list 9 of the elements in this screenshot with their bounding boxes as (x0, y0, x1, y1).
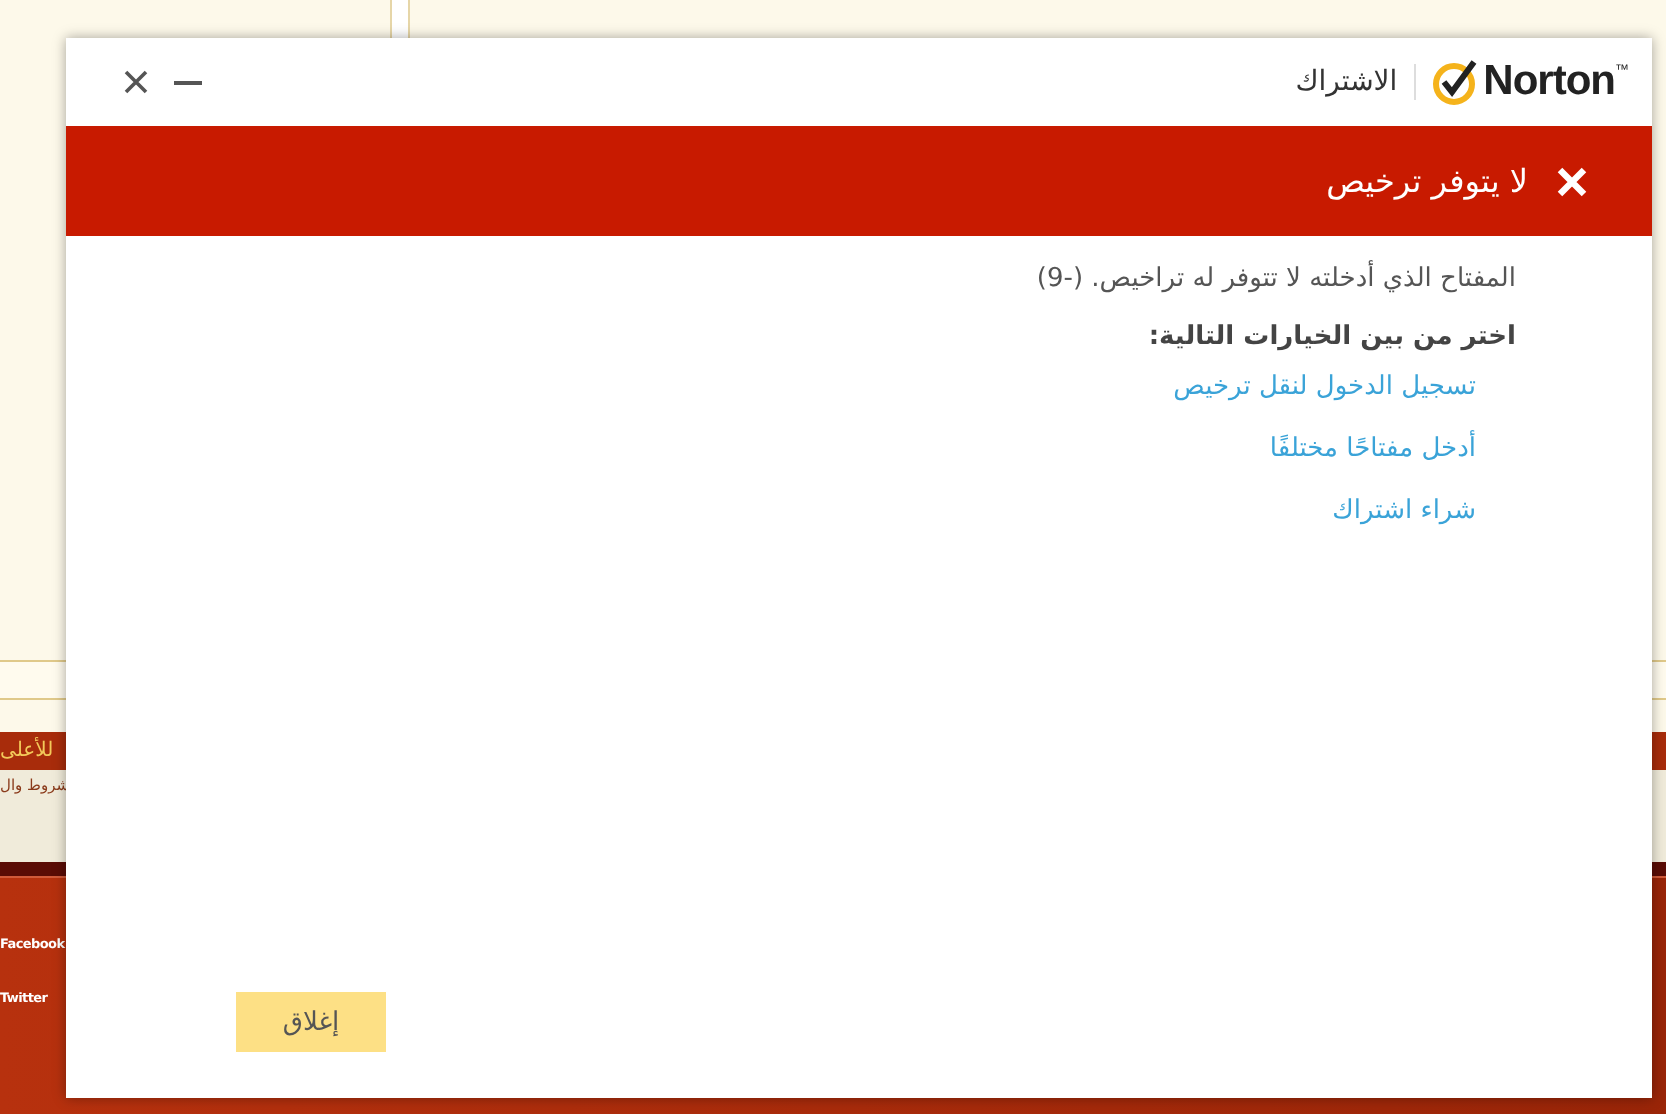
close-button[interactable]: إغلاق (236, 992, 386, 1052)
close-icon[interactable] (122, 68, 150, 96)
checkmark-logo-icon (1431, 58, 1480, 106)
error-message: المفتاح الذي أدخلته لا تتوفر له تراخيص. (-9) (1036, 264, 1516, 294)
banner-title: لا يتوفر ترخيص (1326, 162, 1528, 200)
options-prompt: اختر من بين الخيارات التالية: (1148, 322, 1516, 352)
section-title: الاشتراك (1295, 66, 1398, 98)
nav-link[interactable]: للأعلى (0, 740, 54, 762)
minimize-icon[interactable] (174, 79, 202, 85)
